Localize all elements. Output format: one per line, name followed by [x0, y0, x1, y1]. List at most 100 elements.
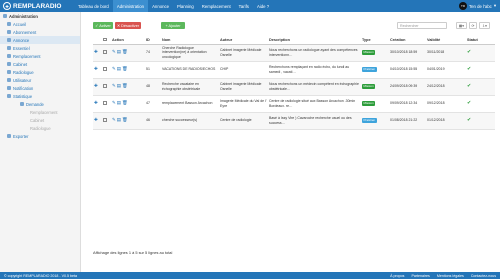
nom-cell: Recherche vacataire en échographie obsté… [161, 78, 219, 96]
row-checkbox[interactable] [103, 84, 107, 88]
select-all-checkbox[interactable] [103, 37, 107, 41]
table-row: ✚ ✎ ▤ 🗑 51 VACATIONS DE RADIOS/ECHOS CHIP Rec… [93, 61, 495, 79]
statut-cell[interactable]: ✔ [466, 78, 495, 96]
edit-icon[interactable]: ✎ [112, 49, 116, 55]
nav-remplacement[interactable]: Remplacement [198, 0, 235, 12]
check-icon[interactable]: ✔ [467, 100, 471, 106]
footer-link-contact[interactable]: Contactez-nous [471, 274, 496, 278]
footer-link-about[interactable]: À propos [390, 274, 404, 278]
col-validite[interactable]: Validité [426, 36, 466, 45]
sidebar-item-radiologue[interactable]: Radiologue [0, 68, 80, 76]
search-input[interactable]: Rechercher [397, 22, 447, 29]
nav-annonce[interactable]: Annonce [148, 0, 173, 12]
user-menu[interactable]: TR Ten de l'abc ▾ [459, 2, 500, 10]
expand-cell[interactable]: ✚ [93, 112, 102, 130]
edit-icon[interactable]: ✎ [112, 117, 116, 123]
col-auteur[interactable]: Auteur [219, 36, 268, 45]
validite-cell: 04/01/2019 [426, 61, 466, 79]
row-checkbox[interactable] [103, 118, 107, 122]
add-button[interactable]: + Ajouter [161, 22, 185, 29]
user-name: Ten de l'abc [469, 3, 492, 9]
select-cell[interactable] [102, 61, 111, 79]
refresh-icon[interactable]: ⟳ [469, 22, 477, 29]
sidebar-subitem-demande[interactable]: Demande [0, 100, 80, 108]
nav-administration[interactable]: Administration [112, 0, 149, 12]
delete-icon[interactable]: 🗑 [122, 49, 128, 55]
action-cell: ✎ ▤ 🗑 [111, 112, 145, 130]
view-icon[interactable]: ▤ [117, 49, 121, 55]
footer-link-partners[interactable]: Partenaires [411, 274, 429, 278]
sidebar-item-utilisateur[interactable]: Utilisateur [0, 76, 80, 84]
action-cell: ✎ ▤ 🗑 [111, 44, 145, 62]
col-statut[interactable]: Statut [466, 36, 495, 45]
plus-icon[interactable]: ✚ [94, 49, 98, 55]
delete-icon[interactable]: 🗑 [122, 66, 128, 72]
sidebar-subitem-remplacement[interactable]: Remplacement [0, 108, 80, 116]
sidebar-item-annonce[interactable]: Annonce [0, 36, 80, 44]
row-checkbox[interactable] [103, 101, 107, 105]
statut-cell[interactable]: ✔ [466, 44, 495, 62]
view-icon[interactable]: ▤ [117, 117, 121, 123]
edit-icon[interactable]: ✎ [112, 83, 116, 89]
nav-planning[interactable]: Planning [173, 0, 198, 12]
expand-cell[interactable]: ✚ [93, 61, 102, 79]
col-nom[interactable]: Nom [161, 36, 219, 45]
view-icon[interactable]: ▤ [117, 66, 121, 72]
sidebar-item-essentiel[interactable]: Essentiel [0, 44, 80, 52]
col-description[interactable]: Description [268, 36, 361, 45]
delete-icon[interactable]: 🗑 [122, 100, 128, 106]
nav-tarifs[interactable]: Tarifs [235, 0, 253, 12]
sidebar-item-exporter[interactable]: Exporter [0, 132, 80, 140]
select-cell[interactable] [102, 44, 111, 62]
check-icon[interactable]: ✔ [467, 66, 471, 72]
select-cell[interactable] [102, 95, 111, 113]
footer-link-legal[interactable]: Mentions légales [437, 274, 464, 278]
sidebar-item-statistique[interactable]: Statistique [0, 92, 80, 100]
check-icon[interactable]: ✔ [467, 49, 471, 55]
select-cell[interactable] [102, 78, 111, 96]
check-icon[interactable]: ✔ [467, 83, 471, 89]
deactivate-button[interactable]: ✕ Désactiver [115, 22, 141, 29]
sidebar-item-notification[interactable]: Notification [0, 84, 80, 92]
action-cell: ✎ ▤ 🗑 [111, 95, 145, 113]
expand-cell[interactable]: ✚ [93, 78, 102, 96]
view-icon[interactable]: ▤ [117, 100, 121, 106]
nav-aide[interactable]: Aide ? [253, 0, 273, 12]
top-navbar: ✚ REMPLARADIO Tableau de bord Administra… [0, 0, 500, 12]
plus-icon[interactable]: ✚ [94, 66, 98, 72]
nom-cell: remplacement Basson Arcachon [161, 95, 219, 113]
auteur-cell: Cabinet imagerie Médicale Osnelle [219, 78, 268, 96]
delete-icon[interactable]: 🗑 [122, 117, 128, 123]
plus-icon[interactable]: ✚ [94, 100, 98, 106]
statut-cell[interactable]: ✔ [466, 61, 495, 79]
expand-cell[interactable]: ✚ [93, 44, 102, 62]
edit-icon[interactable]: ✎ [112, 100, 116, 106]
statut-cell[interactable]: ✔ [466, 95, 495, 113]
columns-toggle-icon[interactable]: ▦▾ [456, 22, 467, 29]
nav-dashboard[interactable]: Tableau de bord [74, 0, 113, 12]
sidebar-item-cabinet[interactable]: Cabinet [0, 60, 80, 68]
sidebar-item-accueil[interactable]: Accueil [0, 20, 80, 28]
sidebar-item-remplacement[interactable]: Remplacement [0, 52, 80, 60]
col-creation[interactable]: Création [389, 36, 426, 45]
row-checkbox[interactable] [103, 67, 107, 71]
sidebar-subitem-cabinet[interactable]: Cabinet [0, 116, 80, 124]
row-checkbox[interactable] [103, 50, 107, 54]
brand[interactable]: ✚ REMPLARADIO [0, 2, 74, 10]
pagination-info: Affichage des lignes 1 à 5 sur 5 lignes … [93, 250, 173, 255]
col-id[interactable]: ID [145, 36, 161, 45]
sidebar-subitem-radiologue[interactable]: Radiologue [0, 124, 80, 132]
select-cell[interactable] [102, 112, 111, 130]
activate-button[interactable]: ✓ Activer [93, 22, 113, 29]
delete-icon[interactable]: 🗑 [122, 83, 128, 89]
view-icon[interactable]: ▤ [117, 83, 121, 89]
plus-icon[interactable]: ✚ [94, 83, 98, 89]
export-menu-icon[interactable]: ⇩▾ [479, 22, 490, 29]
edit-icon[interactable]: ✎ [112, 66, 116, 72]
statut-cell[interactable]: ✔ [466, 112, 495, 130]
check-icon[interactable]: ✔ [467, 117, 471, 123]
expand-cell[interactable]: ✚ [93, 95, 102, 113]
plus-icon[interactable]: ✚ [94, 117, 98, 123]
sidebar-item-abonnement[interactable]: Abonnement [0, 28, 80, 36]
col-type[interactable]: Type [361, 36, 389, 45]
